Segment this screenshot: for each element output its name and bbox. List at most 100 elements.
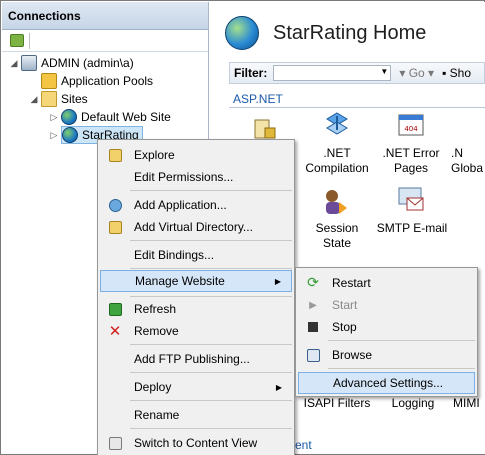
tree-label-sites: Sites	[61, 92, 88, 106]
feature-label-partial[interactable]: MIMI	[453, 396, 485, 411]
submenu-item-restart[interactable]: ⟳ Restart	[298, 272, 475, 294]
group-header-partial: ent	[295, 438, 312, 452]
remove-x-icon: ✕	[108, 322, 122, 340]
submenu-item-advanced-settings[interactable]: Advanced Settings...	[298, 372, 475, 394]
menu-label: Restart	[332, 276, 371, 290]
feature-label[interactable]: .NET Compilation	[299, 146, 375, 176]
menu-label: Start	[332, 298, 358, 312]
menu-label: Add Application...	[134, 198, 227, 212]
stop-icon	[298, 316, 328, 338]
add-application-icon	[100, 194, 130, 216]
toolbar-separator	[29, 33, 30, 49]
tree-label-server: ADMIN (admin\a)	[41, 56, 134, 70]
page-title-area: StarRating Home	[225, 16, 426, 50]
group-header-aspnet: ASP.NET	[229, 90, 485, 108]
content-view-icon	[100, 432, 130, 454]
menu-separator	[130, 190, 292, 191]
menu-item-rename[interactable]: Rename	[100, 404, 292, 426]
menu-label: Add FTP Publishing...	[134, 352, 250, 366]
app-pools-icon	[41, 73, 57, 89]
menu-separator	[130, 372, 292, 373]
filter-bar: Filter: ▼ ▾ Go ▾ ▪ Sho	[229, 62, 485, 84]
menu-item-explore[interactable]: Explore	[100, 144, 292, 166]
play-icon: ▶	[309, 299, 317, 311]
browse-icon	[298, 344, 328, 366]
authorization-icon[interactable]	[251, 114, 279, 142]
tree-node-sites[interactable]: ◢ Sites	[30, 90, 88, 108]
explore-icon	[100, 144, 130, 166]
menu-label: Manage Website	[135, 274, 225, 288]
menu-separator	[130, 428, 292, 429]
menu-label: Refresh	[134, 302, 177, 316]
collapse-arrow-icon[interactable]: ▷	[50, 112, 58, 123]
expand-arrow-icon[interactable]: ◢	[10, 58, 18, 69]
menu-separator	[130, 344, 292, 345]
menu-separator	[328, 368, 475, 369]
server-icon	[21, 55, 37, 71]
menu-label: Browse	[332, 348, 373, 362]
submenu-item-start[interactable]: ▶ Start	[298, 294, 475, 316]
submenu-item-stop[interactable]: Stop	[298, 316, 475, 338]
menu-label: Switch to Content View	[134, 436, 258, 450]
menu-item-remove[interactable]: ✕ Remove	[100, 320, 292, 342]
feature-label[interactable]: ISAPI Filters	[297, 396, 377, 411]
filter-input[interactable]: ▼	[273, 65, 392, 81]
tree-label-app-pools: Application Pools	[61, 74, 154, 88]
chevron-down-icon[interactable]: ▼	[380, 67, 388, 76]
folder-icon	[41, 91, 57, 107]
chevron-right-icon: ▶	[274, 276, 281, 286]
feature-label[interactable]: .NET Error Pages	[377, 146, 445, 176]
feature-label[interactable]: Session State	[301, 221, 373, 251]
menu-item-manage-website[interactable]: Manage Website ▶	[100, 270, 292, 292]
menu-label: Rename	[134, 408, 180, 422]
session-state-icon[interactable]	[321, 188, 349, 216]
iis-manager-window: Connections ◢ ADMIN (admin\a) Applicatio…	[0, 0, 485, 455]
feature-label-partial[interactable]: .N Globa	[451, 146, 485, 176]
tree-node-app-pools[interactable]: Application Pools	[30, 72, 153, 90]
menu-item-edit-permissions[interactable]: Edit Permissions...	[100, 166, 292, 188]
go-label: Go	[408, 66, 425, 80]
menu-label: Advanced Settings...	[333, 376, 444, 390]
menu-label: Stop	[332, 320, 357, 334]
connections-header: Connections	[2, 2, 208, 30]
svg-text:404: 404	[404, 125, 418, 133]
menu-separator	[130, 296, 292, 297]
menu-item-edit-bindings[interactable]: Edit Bindings...	[100, 244, 292, 266]
submenu-item-browse[interactable]: Browse	[298, 344, 475, 366]
menu-separator	[328, 340, 475, 341]
menu-label: Add Virtual Directory...	[134, 220, 253, 234]
menu-item-add-application[interactable]: Add Application...	[100, 194, 292, 216]
feature-label[interactable]: Logging	[381, 396, 445, 411]
menu-item-add-virtual-directory[interactable]: Add Virtual Directory...	[100, 216, 292, 238]
menu-label: Edit Bindings...	[134, 248, 215, 262]
menu-item-add-ftp-publishing[interactable]: Add FTP Publishing...	[100, 348, 292, 370]
add-virtual-directory-icon	[100, 216, 130, 238]
connections-toolbar	[2, 30, 208, 52]
menu-item-refresh[interactable]: Refresh	[100, 298, 292, 320]
filter-label: Filter:	[234, 66, 268, 80]
menu-separator	[130, 240, 292, 241]
collapse-arrow-icon[interactable]: ▷	[50, 130, 58, 141]
restart-icon: ⟳	[307, 275, 319, 291]
smtp-email-icon[interactable]	[397, 186, 425, 214]
chevron-right-icon: ▶	[275, 382, 282, 392]
menu-item-switch-to-content-view[interactable]: Switch to Content View	[100, 432, 292, 454]
tree-node-default-web-site[interactable]: ▷ Default Web Site	[50, 108, 171, 126]
tree-node-server[interactable]: ◢ ADMIN (admin\a)	[10, 54, 134, 72]
expand-arrow-icon[interactable]: ◢	[30, 94, 38, 105]
globe-icon	[61, 109, 77, 125]
menu-label: Deploy	[134, 380, 172, 394]
menu-item-deploy[interactable]: Deploy ▶	[100, 376, 292, 398]
refresh-icon	[100, 298, 130, 320]
globe-icon	[62, 127, 78, 143]
error-pages-icon[interactable]: 404	[397, 112, 425, 140]
go-button[interactable]: ▾ Go ▾	[399, 66, 434, 80]
menu-label: Edit Permissions...	[134, 170, 234, 184]
connect-icon[interactable]	[10, 34, 24, 47]
page-title: StarRating Home	[273, 21, 427, 44]
menu-label: Remove	[134, 324, 179, 338]
show-all-button[interactable]: ▪ Sho	[442, 66, 471, 80]
menu-label: Explore	[134, 148, 175, 162]
feature-label[interactable]: SMTP E-mail	[375, 221, 449, 236]
net-compilation-icon[interactable]	[323, 110, 351, 138]
